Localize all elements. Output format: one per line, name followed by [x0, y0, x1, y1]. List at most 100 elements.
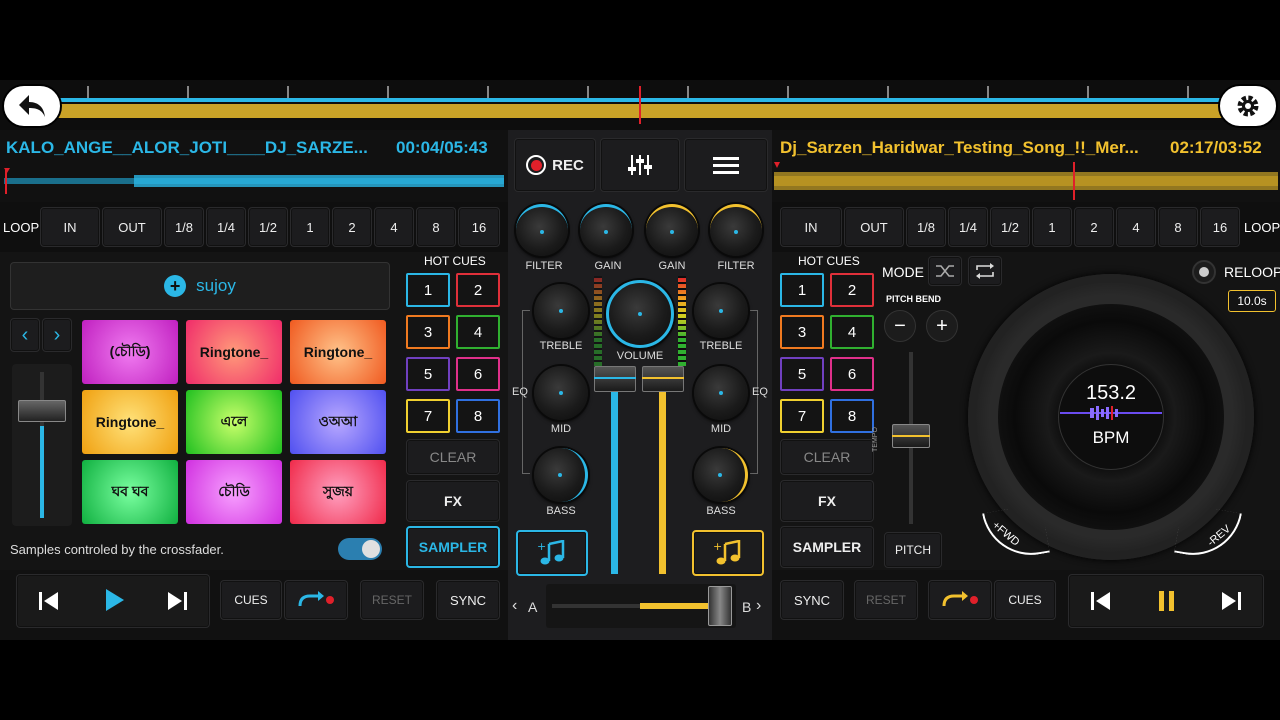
- deck-a-reset-button[interactable]: RESET: [360, 580, 424, 620]
- deck-b-pause-icon[interactable]: [1154, 588, 1180, 614]
- sampler-prev-button[interactable]: ‹: [10, 318, 40, 352]
- pitch-bend-minus-button[interactable]: −: [884, 310, 916, 342]
- deck-a-loop-2[interactable]: 2: [332, 207, 372, 247]
- deck-b-hotcue-6[interactable]: 6: [830, 357, 874, 391]
- deck-b-fx-button[interactable]: FX: [780, 480, 874, 522]
- deck-a-loop-1[interactable]: 1: [290, 207, 330, 247]
- sample-pad-9[interactable]: সুজয়: [290, 460, 386, 524]
- crossfader-samples-toggle[interactable]: [338, 538, 382, 560]
- deck-a-cues-button[interactable]: CUES: [220, 580, 282, 620]
- reloop-time-badge[interactable]: 10.0s: [1228, 290, 1276, 312]
- deck-b-loop-1[interactable]: 1: [1032, 207, 1072, 247]
- deck-b-loop-label[interactable]: LOOP: [1244, 220, 1280, 235]
- deck-a-loop-4[interactable]: 4: [374, 207, 414, 247]
- deck-b-hotcue-1[interactable]: 1: [780, 273, 824, 307]
- deck-a-load-track-button[interactable]: +: [516, 530, 588, 576]
- sample-pad-3[interactable]: Ringtone_: [290, 320, 386, 384]
- sample-pad-6[interactable]: ওঅআ: [290, 390, 386, 454]
- sample-pad-1[interactable]: (চৌডি): [82, 320, 178, 384]
- deck-b-loop-16[interactable]: 16: [1200, 207, 1240, 247]
- deck-a-previous-icon[interactable]: [36, 588, 62, 614]
- deck-b-gain-knob[interactable]: [646, 204, 698, 256]
- deck-a-hotcue-2[interactable]: 2: [456, 273, 500, 307]
- deck-a-filter-knob[interactable]: [516, 204, 568, 256]
- deck-b-treble-knob[interactable]: [694, 284, 748, 338]
- deck-a-cue-jump-button[interactable]: [284, 580, 348, 620]
- deck-b-loop-out[interactable]: OUT: [844, 207, 904, 247]
- deck-b-cue-jump-button[interactable]: [928, 580, 992, 620]
- deck-b-hotcue-5[interactable]: 5: [780, 357, 824, 391]
- deck-a-mid-knob[interactable]: [534, 366, 588, 420]
- deck-a-hotcue-3[interactable]: 3: [406, 315, 450, 349]
- deck-b-waveform[interactable]: [774, 162, 1278, 200]
- deck-a-hotcue-7[interactable]: 7: [406, 399, 450, 433]
- deck-a-loop-in[interactable]: IN: [40, 207, 100, 247]
- shuffle-button[interactable]: [928, 256, 962, 286]
- deck-a-fx-button[interactable]: FX: [406, 480, 500, 522]
- sampler-volume-slider[interactable]: [12, 364, 72, 526]
- deck-b-next-icon[interactable]: [1218, 588, 1244, 614]
- crossfader-b-arrow[interactable]: ›: [756, 597, 761, 615]
- deck-b-track-title[interactable]: Dj_Sarzen_Haridwar_Testing_Song_!!_Mer..…: [780, 138, 1150, 158]
- deck-b-loop-4[interactable]: 4: [1116, 207, 1156, 247]
- deck-b-hotcue-2[interactable]: 2: [830, 273, 874, 307]
- deck-a-loop-label[interactable]: LOOP: [3, 220, 39, 235]
- deck-a-sampler-button[interactable]: SAMPLER: [406, 526, 500, 568]
- sample-pad-5[interactable]: এলে: [186, 390, 282, 454]
- deck-b-hotcue-3[interactable]: 3: [780, 315, 824, 349]
- sample-pad-4[interactable]: Ringtone_: [82, 390, 178, 454]
- deck-a-play-icon[interactable]: [100, 586, 128, 614]
- deck-a-bass-knob[interactable]: [534, 448, 588, 502]
- sampler-pack-selector[interactable]: + sujoy: [10, 262, 390, 310]
- deck-b-sync-button[interactable]: SYNC: [780, 580, 844, 620]
- deck-b-mid-knob[interactable]: [694, 366, 748, 420]
- deck-b-loop-2[interactable]: 2: [1074, 207, 1114, 247]
- deck-b-sampler-button[interactable]: SAMPLER: [780, 526, 874, 568]
- deck-a-loop-out[interactable]: OUT: [102, 207, 162, 247]
- deck-a-track-title[interactable]: KALO_ANGE__ALOR_JOTI____DJ_SARZE...: [6, 138, 386, 158]
- deck-a-hotcue-1[interactable]: 1: [406, 273, 450, 307]
- pitch-button[interactable]: PITCH: [884, 532, 942, 568]
- deck-b-hotcue-4[interactable]: 4: [830, 315, 874, 349]
- settings-button[interactable]: [1218, 84, 1278, 128]
- sampler-next-button[interactable]: ›: [42, 318, 72, 352]
- back-button[interactable]: [2, 84, 62, 128]
- deck-a-loop-1-8[interactable]: 1/8: [164, 207, 204, 247]
- deck-a-channel-fader[interactable]: [594, 364, 636, 576]
- deck-b-loop-in[interactable]: IN: [780, 207, 842, 247]
- deck-b-previous-icon[interactable]: [1088, 588, 1114, 614]
- deck-b-load-track-button[interactable]: +: [692, 530, 764, 576]
- deck-b-cues-button[interactable]: CUES: [994, 580, 1056, 620]
- deck-b-loop-1-8[interactable]: 1/8: [906, 207, 946, 247]
- deck-b-bass-knob[interactable]: [694, 448, 748, 502]
- deck-a-hotcue-5[interactable]: 5: [406, 357, 450, 391]
- deck-b-loop-1-4[interactable]: 1/4: [948, 207, 988, 247]
- deck-b-loop-1-2[interactable]: 1/2: [990, 207, 1030, 247]
- sample-pad-8[interactable]: চৌডি: [186, 460, 282, 524]
- deck-a-loop-16[interactable]: 16: [458, 207, 500, 247]
- deck-a-hotcue-8[interactable]: 8: [456, 399, 500, 433]
- menu-button[interactable]: [684, 138, 768, 192]
- deck-a-waveform[interactable]: [4, 168, 504, 194]
- deck-b-clear-button[interactable]: CLEAR: [780, 439, 874, 475]
- deck-a-loop-1-2[interactable]: 1/2: [248, 207, 288, 247]
- record-button[interactable]: REC: [514, 138, 596, 192]
- deck-a-loop-8[interactable]: 8: [416, 207, 456, 247]
- deck-a-treble-knob[interactable]: [534, 284, 588, 338]
- master-volume-knob[interactable]: [606, 280, 674, 348]
- mixer-settings-button[interactable]: [600, 138, 680, 192]
- repeat-button[interactable]: [968, 256, 1002, 286]
- deck-b-filter-knob[interactable]: [710, 204, 762, 256]
- sample-pad-2[interactable]: Ringtone_: [186, 320, 282, 384]
- reloop-button[interactable]: [1192, 260, 1216, 284]
- deck-b-reset-button[interactable]: RESET: [854, 580, 918, 620]
- deck-b-hotcue-7[interactable]: 7: [780, 399, 824, 433]
- deck-a-sync-button[interactable]: SYNC: [436, 580, 500, 620]
- deck-a-loop-1-4[interactable]: 1/4: [206, 207, 246, 247]
- deck-a-hotcue-6[interactable]: 6: [456, 357, 500, 391]
- deck-b-loop-8[interactable]: 8: [1158, 207, 1198, 247]
- deck-b-hotcue-8[interactable]: 8: [830, 399, 874, 433]
- deck-a-clear-button[interactable]: CLEAR: [406, 439, 500, 475]
- pitch-bend-plus-button[interactable]: +: [926, 310, 958, 342]
- deck-a-gain-knob[interactable]: [580, 204, 632, 256]
